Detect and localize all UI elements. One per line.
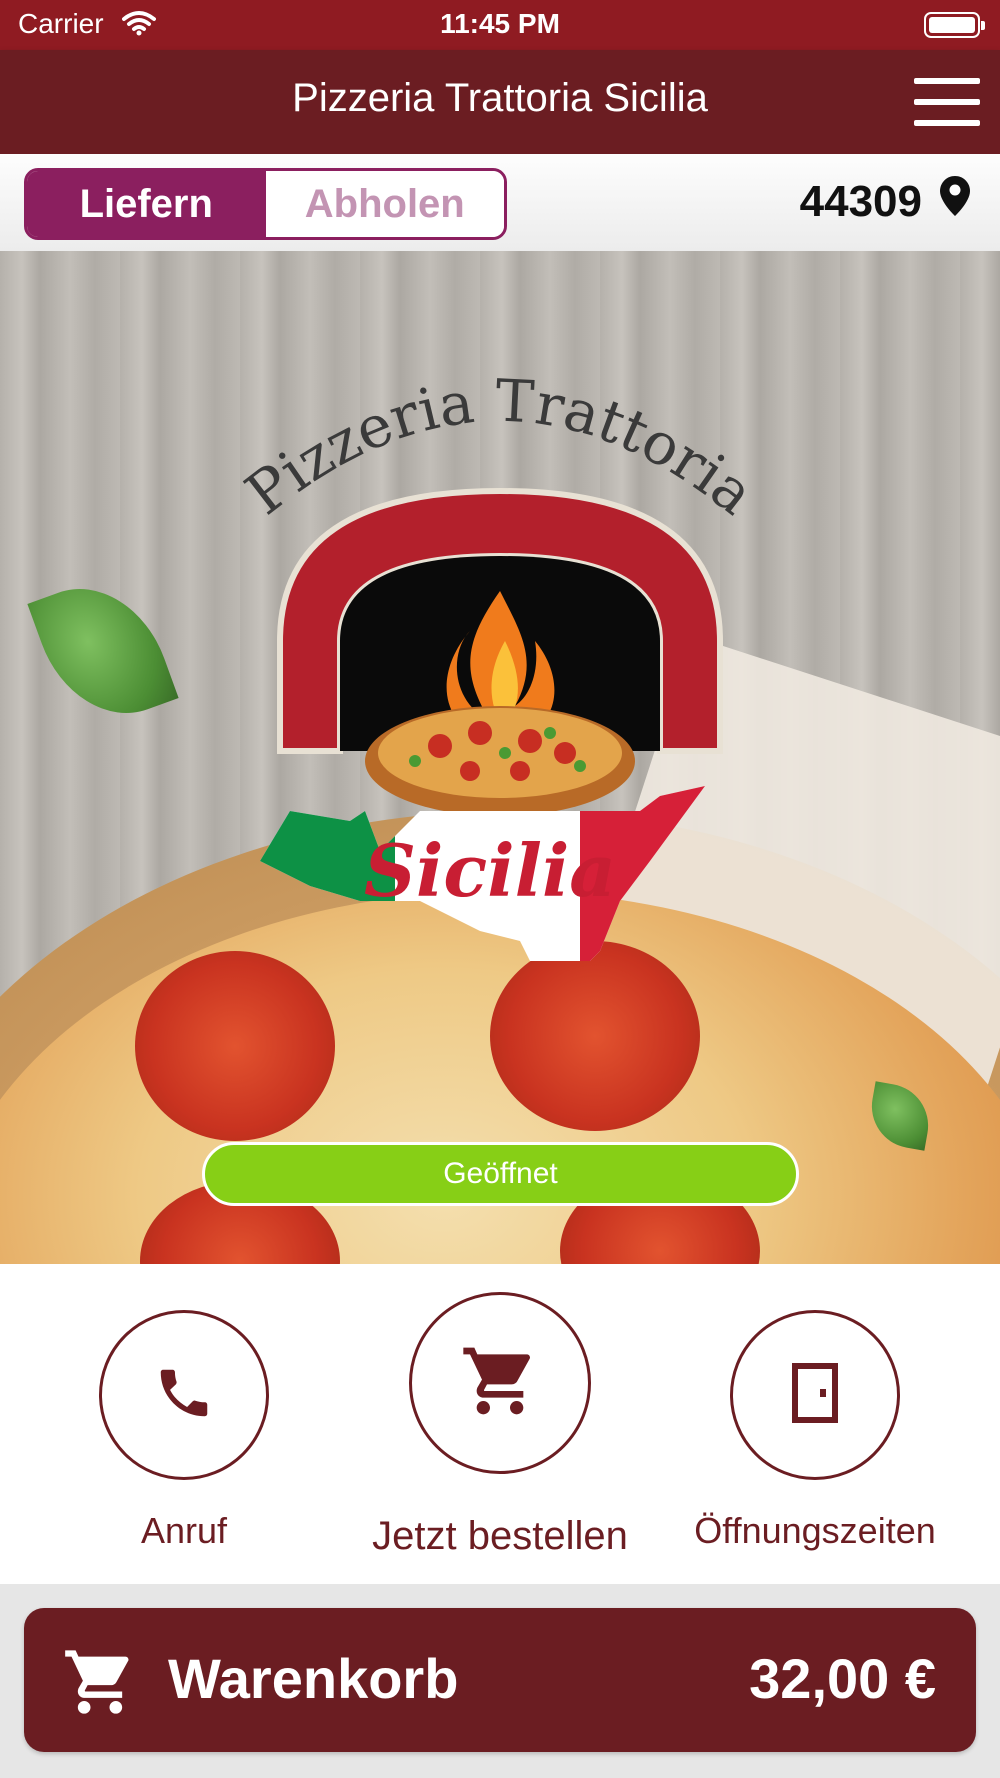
cart-icon xyxy=(62,1644,138,1725)
logo-text-main: Sicilia xyxy=(364,828,616,913)
location-pin-icon xyxy=(940,176,970,227)
call-button-circle[interactable] xyxy=(99,1310,269,1480)
phone-icon xyxy=(153,1362,215,1429)
tomato-slice xyxy=(490,941,700,1131)
clock: 11:45 PM xyxy=(440,8,560,39)
cart-total: 32,00 € xyxy=(749,1647,936,1710)
battery-icon xyxy=(924,12,985,38)
open-status-badge: Geöffnet xyxy=(202,1142,799,1206)
hero-image: Pizzeria Trattoria Sicilia Geöffnet xyxy=(0,251,1000,1264)
opening-hours-label: Öffnungszeiten xyxy=(694,1510,936,1551)
order-mode-toggle: Liefern Abholen xyxy=(24,168,507,240)
tomato-slice xyxy=(135,951,335,1141)
call-label: Anruf xyxy=(140,1510,228,1551)
door-icon xyxy=(792,1362,838,1428)
order-now-label: Jetzt bestellen xyxy=(372,1514,628,1558)
order-button-circle[interactable] xyxy=(409,1292,591,1474)
deliver-tab[interactable]: Liefern xyxy=(27,171,266,237)
opening-hours-button[interactable]: Öffnungszeiten xyxy=(690,1310,940,1552)
zip-code: 44309 xyxy=(799,176,922,226)
hours-button-circle[interactable] xyxy=(730,1310,900,1480)
cart-button[interactable]: Warenkorb 32,00 € xyxy=(24,1608,976,1752)
pickup-tab[interactable]: Abholen xyxy=(265,171,504,237)
hamburger-menu-icon[interactable] xyxy=(914,78,980,126)
quick-actions: Anruf Jetzt bestellen Öffnungszeiten xyxy=(0,1264,1000,1584)
basil-leaf xyxy=(27,566,179,736)
order-now-button[interactable]: Jetzt bestellen xyxy=(350,1292,650,1559)
header: Pizzeria Trattoria Sicilia xyxy=(0,50,1000,154)
cart-icon xyxy=(460,1341,540,1426)
page-title: Pizzeria Trattoria Sicilia xyxy=(292,76,708,120)
restaurant-logo: Pizzeria Trattoria Sicilia xyxy=(233,366,767,961)
cart-label: Warenkorb xyxy=(168,1647,459,1710)
zip-code-selector[interactable]: 44309 xyxy=(800,176,970,227)
order-mode-bar: Liefern Abholen 44309 xyxy=(0,154,1000,251)
status-bar: Carrier 11:45 PM xyxy=(0,0,1000,50)
call-button[interactable]: Anruf xyxy=(64,1310,304,1552)
